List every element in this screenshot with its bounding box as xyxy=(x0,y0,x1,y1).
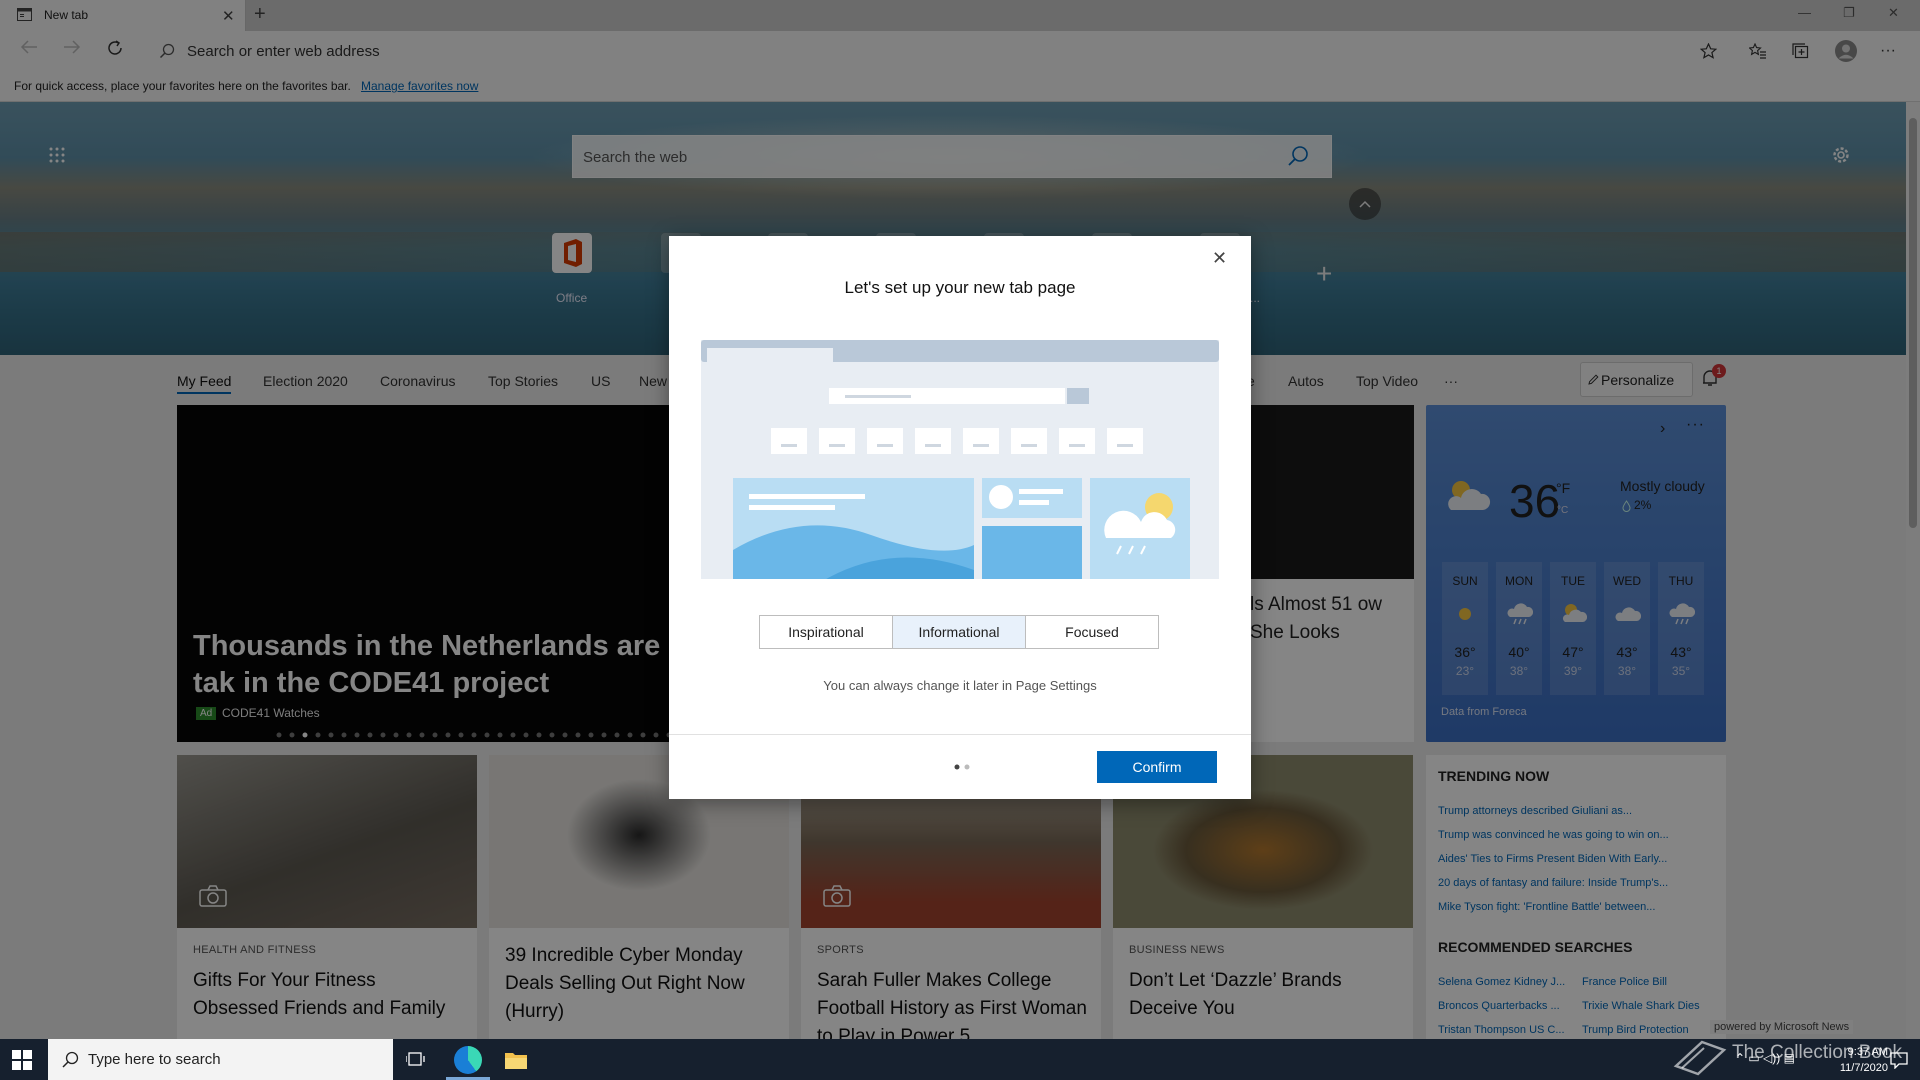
taskbar-search[interactable]: Type here to search xyxy=(48,1039,393,1080)
option-focused[interactable]: Focused xyxy=(1026,616,1158,648)
taskbar-search-input[interactable]: Type here to search xyxy=(88,1051,221,1068)
illustration-tile-label xyxy=(1069,444,1085,447)
option-inspirational[interactable]: Inspirational xyxy=(760,616,893,648)
layout-illustration xyxy=(701,340,1219,582)
close-icon[interactable]: ✕ xyxy=(1212,248,1227,269)
file-explorer-icon[interactable] xyxy=(504,1050,528,1070)
setup-dialog: ✕ Let's set up your new tab page Inspira… xyxy=(669,236,1251,799)
edge-icon[interactable] xyxy=(454,1046,482,1074)
illustration-tile-label xyxy=(877,444,893,447)
clock-date: 11/7/2020 xyxy=(1839,1062,1888,1074)
page-indicator[interactable] xyxy=(954,764,970,770)
windows-start-icon[interactable] xyxy=(12,1050,32,1070)
illustration-tile xyxy=(1011,428,1047,454)
illustration-tile-label xyxy=(1021,444,1037,447)
divider xyxy=(669,734,1251,735)
illustration-tile xyxy=(1059,428,1095,454)
confirm-button[interactable]: Confirm xyxy=(1097,751,1217,783)
system-tray-icons[interactable]: ⌃ ▭ ◁)) ▤ xyxy=(1735,1051,1795,1065)
illustration-tile xyxy=(771,428,807,454)
search-icon xyxy=(62,1051,79,1068)
dialog-note: You can always change it later in Page S… xyxy=(823,678,1097,693)
layout-selector[interactable]: Inspirational Informational Focused xyxy=(759,615,1159,649)
notification-center-icon[interactable] xyxy=(1890,1051,1908,1069)
clock[interactable]: 9:37 AM 11/7/2020 xyxy=(1818,1044,1888,1076)
task-view-icon[interactable] xyxy=(406,1050,426,1068)
book-icon xyxy=(1672,1036,1728,1076)
illustration-tile-label xyxy=(925,444,941,447)
illustration-tile xyxy=(867,428,903,454)
illustration-tile xyxy=(915,428,951,454)
illustration-tile-label xyxy=(973,444,989,447)
illustration-tile xyxy=(1107,428,1143,454)
illustration-tile xyxy=(963,428,999,454)
illustration-tile xyxy=(819,428,855,454)
dialog-title: Let's set up your new tab page xyxy=(844,278,1076,297)
clock-time: 9:37 AM xyxy=(1847,1046,1888,1058)
option-informational[interactable]: Informational xyxy=(893,616,1026,648)
illustration-tile-label xyxy=(781,444,797,447)
illustration-tile-label xyxy=(1117,444,1133,447)
illustration-tile-label xyxy=(829,444,845,447)
